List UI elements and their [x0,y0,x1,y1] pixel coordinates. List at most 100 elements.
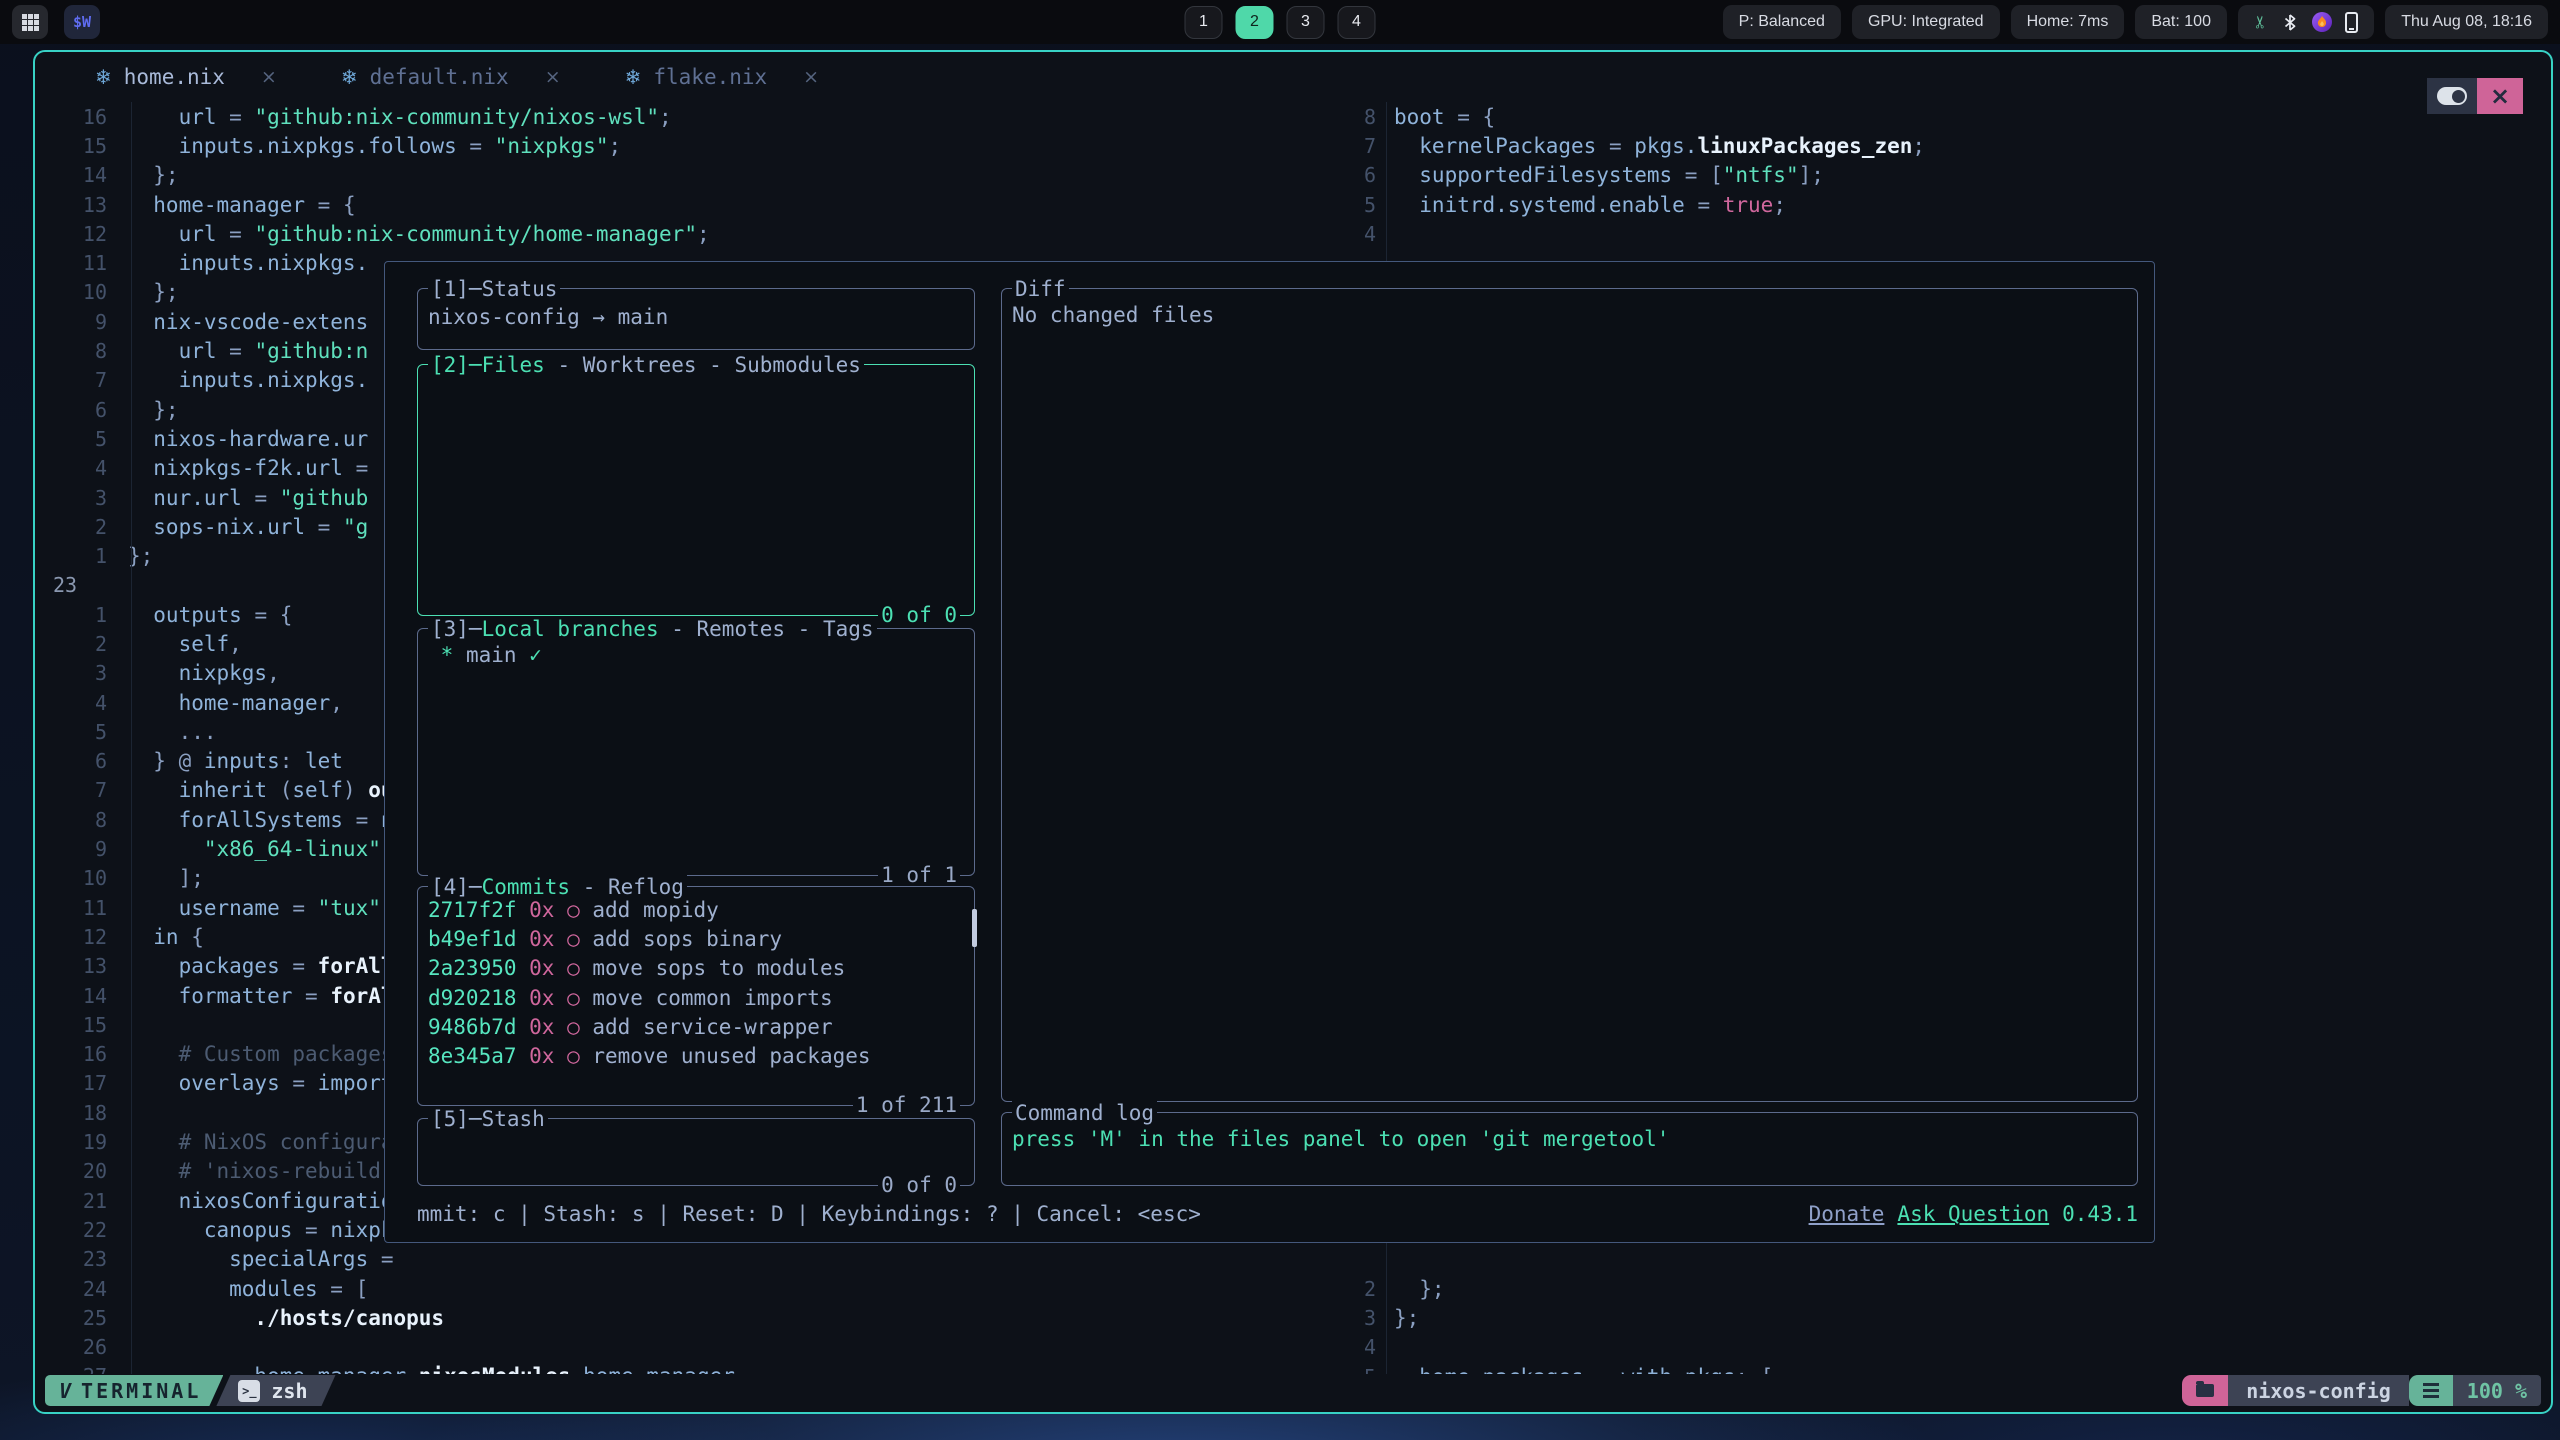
workspace-widget-button[interactable]: $W [64,5,100,39]
code-line: 5 home.packages = with pkgs; [ [1316,1362,2551,1374]
terminal-window: ❄home.nix×❄default.nix×❄flake.nix× × 16 … [33,50,2553,1414]
terminal-prompt-icon: >_ [238,1380,260,1402]
line-number: 23 [35,1247,107,1271]
lazygit-version: 0.43.1 [2062,1202,2138,1226]
line-number: 9 [35,310,107,334]
folder-segment [2182,1375,2228,1406]
clock: Thu Aug 08, 18:16 [2401,13,2532,31]
line-number: 6 [1316,163,1376,187]
nix-snowflake-icon: ❄ [341,65,358,89]
bluetooth-icon[interactable] [2281,13,2299,32]
line-number: 14 [35,163,107,187]
lazygit-commits-panel[interactable]: [4]─Commits - Reflog 2717f2f 0x ○ add mo… [417,886,975,1106]
lazygit-status-panel[interactable]: [1]─Status nixos-config → main [417,288,975,350]
shell-segment: >_ zsh [216,1375,335,1406]
line-number: 3 [1316,1306,1376,1330]
line-number: 24 [35,1277,107,1301]
tab-default.nix[interactable]: ❄default.nix× [341,65,561,89]
tab-close-icon[interactable]: × [803,66,819,88]
line-number: 8 [35,339,107,363]
line-number: 4 [1316,1335,1376,1359]
line-number: 4 [1316,222,1376,246]
donate-link[interactable]: Donate [1809,1202,1885,1226]
tab-home.nix[interactable]: ❄home.nix× [95,65,277,89]
line-number: 17 [35,1071,107,1095]
system-tray[interactable]: ✂ [2238,5,2374,39]
commit-row[interactable]: d920218 0x ○ move common imports [426,983,964,1012]
ask-question-link[interactable]: Ask Question [1897,1202,2049,1226]
line-number: 12 [35,925,107,949]
commit-row[interactable]: b49ef1d 0x ○ add sops binary [426,924,964,953]
line-number: 7 [35,778,107,802]
line-number: 20 [35,1159,107,1183]
line-number: 3 [35,486,107,510]
line-number: 5 [35,427,107,451]
line-number: 12 [35,222,107,246]
workspace-button-3[interactable]: 3 [1287,6,1325,39]
code-line: 6 supportedFilesystems = ["ntfs"]; [1316,161,2551,190]
line-number: 15 [35,1013,107,1037]
line-number: 5 [1316,193,1376,217]
line-number: 5 [35,720,107,744]
line-number: 1 [35,603,107,627]
commit-row[interactable]: 2717f2f 0x ○ add mopidy [426,895,964,924]
tab-close-icon[interactable]: × [545,66,561,88]
workspace-button-2[interactable]: 2 [1236,6,1274,39]
top-bar: $W 1234 P: Balanced GPU: Integrated Home… [0,0,2560,44]
line-number: 4 [35,456,107,480]
folder-icon [2196,1384,2214,1397]
lazygit-branches-panel[interactable]: [3]─Local branches - Remotes - Tags * ma… [417,628,975,876]
commits-panel-title: [4]─Commits - Reflog [428,875,687,899]
line-number: 9 [35,837,107,861]
line-number: 6 [35,749,107,773]
line-number: 6 [35,398,107,422]
code-line: 26 [35,1332,1314,1361]
flame-icon[interactable] [2312,12,2332,32]
phone-icon[interactable] [2345,12,2358,33]
code-line: 23 specialArgs = [35,1245,1314,1274]
launcher-button[interactable] [12,5,48,39]
line-number: 23 [35,573,107,597]
code-line: 4 [1316,1333,2551,1362]
lazygit-files-panel[interactable]: [2]─Files - Worktrees - Submodules 0 of … [417,364,975,616]
files-panel-count: 0 of 0 [878,603,960,627]
lazygit-command-log-panel: Command log press 'M' in the files panel… [1001,1112,2138,1186]
code-line: 15 inputs.nixpkgs.follows = "nixpkgs"; [35,131,1314,160]
line-number: 27 [35,1364,107,1374]
lazygit-float: [1]─Status nixos-config → main [2]─Files… [384,261,2155,1243]
tab-flake.nix[interactable]: ❄flake.nix× [625,65,819,89]
line-number: 14 [35,984,107,1008]
workspace-button-1[interactable]: 1 [1185,6,1223,39]
workspace-button-4[interactable]: 4 [1338,6,1376,39]
code-line: 12 url = "github:nix-community/home-mana… [35,219,1314,248]
code-line: 3}; [1316,1303,2551,1332]
tab-close-icon[interactable]: × [261,66,277,88]
lazygit-diff-panel[interactable]: Diff No changed files [1001,288,2138,1102]
line-number: 5 [1316,1365,1376,1374]
code-line: 5 initrd.systemd.enable = true; [1316,190,2551,219]
lazygit-stash-panel[interactable]: [5]─Stash 0 of 0 [417,1118,975,1186]
statusline: V TERMINAL >_ zsh nixos-config 100 % [45,1375,2541,1406]
code-line: 13 home-manager = { [35,190,1314,219]
scissors-icon[interactable]: ✂ [2251,15,2271,29]
status-panel-title: [1]─Status [428,277,560,301]
line-number: 3 [35,661,107,685]
ping-pill: Home: 7ms [2011,5,2125,39]
line-number: 16 [35,1042,107,1066]
commits-scrollbar[interactable] [972,909,977,947]
line-number: 18 [35,1101,107,1125]
commit-row[interactable]: 9486b7d 0x ○ add service-wrapper [426,1012,964,1041]
line-number: 2 [1316,1277,1376,1301]
vim-icon: V [59,1379,71,1403]
workspace-widget-label: $W [73,13,91,31]
line-number: 13 [35,193,107,217]
commit-row[interactable]: 8e345a7 0x ○ remove unused packages [426,1041,964,1070]
line-number: 22 [35,1218,107,1242]
branches-panel-count: 1 of 1 [878,863,960,887]
commit-row[interactable]: 2a23950 0x ○ move sops to modules [426,954,964,983]
lines-icon [2423,1383,2439,1386]
apps-grid-icon [22,14,39,31]
mode-segment: V TERMINAL [45,1375,223,1406]
line-number: 10 [35,280,107,304]
tab-label: home.nix [124,65,225,89]
